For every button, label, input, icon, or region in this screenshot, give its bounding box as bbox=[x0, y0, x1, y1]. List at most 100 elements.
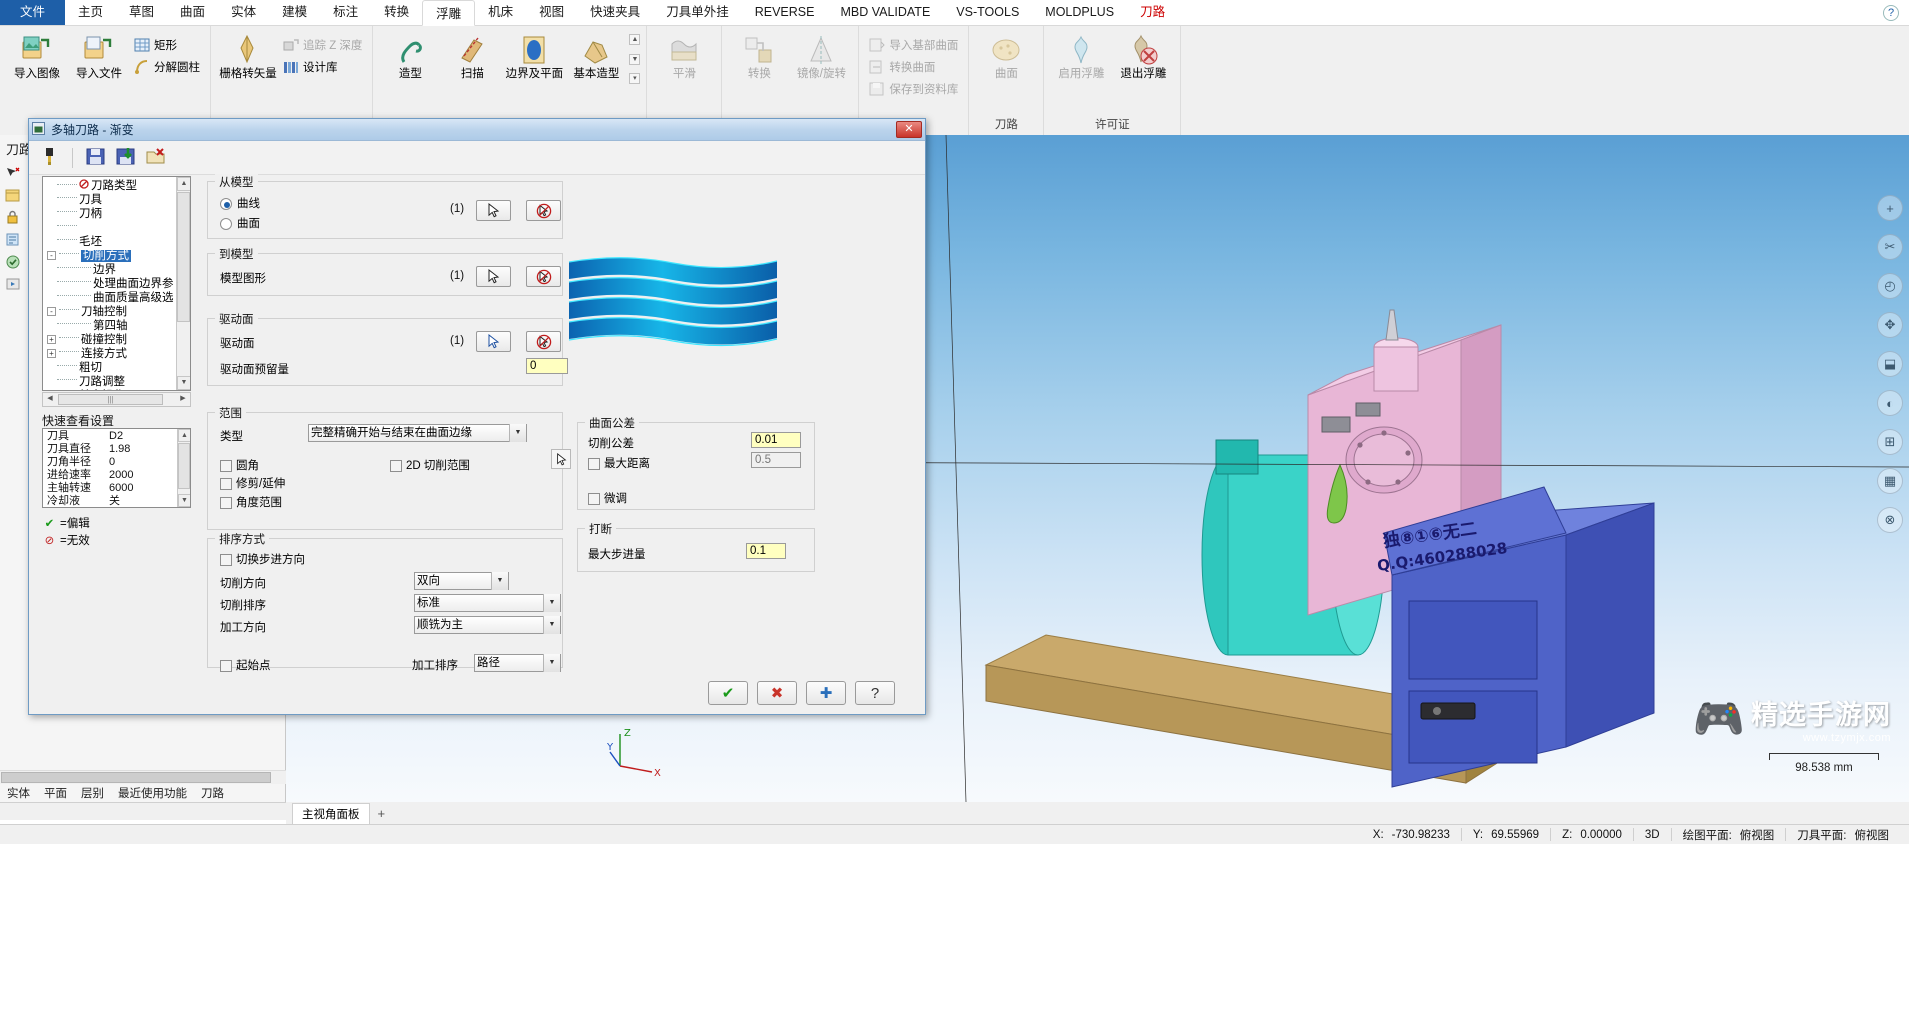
ribbon-tab-0[interactable]: 文件 bbox=[0, 0, 65, 25]
gallery-scroll-▾[interactable]: ▾ bbox=[629, 73, 640, 84]
help-icon[interactable]: ? bbox=[1883, 5, 1899, 21]
tree-item-碰撞控制[interactable]: +碰撞控制 bbox=[43, 333, 190, 347]
ribbon-tab-11[interactable]: 快速夹具 bbox=[577, 0, 653, 25]
quickview-scroll-up-icon[interactable]: ▲ bbox=[178, 429, 191, 442]
lock-icon[interactable] bbox=[4, 209, 22, 227]
dock-tab-2[interactable]: 层别 bbox=[74, 785, 111, 801]
cb-switch-step-dir[interactable]: 切换步进方向 bbox=[220, 551, 305, 567]
tree-hscroll-thumb[interactable]: ||| bbox=[58, 394, 163, 405]
tree-item-刀路类型[interactable]: 刀路类型 bbox=[43, 179, 190, 193]
radio-surface-icon[interactable] bbox=[220, 218, 232, 230]
tree-vscrollbar[interactable]: ▲ ▼ bbox=[176, 177, 190, 390]
tree-item-刀柄[interactable]: 刀柄 bbox=[43, 207, 190, 221]
ribbon-tab-10[interactable]: 视图 bbox=[526, 0, 577, 25]
ribbon-button-分解圆柱[interactable]: 分解圆柱 bbox=[130, 56, 204, 78]
ribbon-button-平滑[interactable]: 平滑 bbox=[653, 30, 715, 80]
checkbox-trim-extend[interactable] bbox=[220, 478, 232, 490]
mesh-tool[interactable]: ▦ bbox=[1877, 468, 1903, 494]
ribbon-button-导入基部曲面[interactable]: 导入基部曲面 bbox=[865, 34, 962, 56]
ribbon-tab-8[interactable]: 浮雕 bbox=[422, 0, 475, 26]
range-cb-angle[interactable]: 角度范围 bbox=[220, 494, 282, 510]
tree-item-第四轴[interactable]: 第四轴 bbox=[43, 319, 190, 333]
verify-icon[interactable] bbox=[4, 253, 22, 271]
tree-item-连接方式[interactable]: +连接方式 bbox=[43, 347, 190, 361]
ribbon-tab-3[interactable]: 曲面 bbox=[167, 0, 218, 25]
machine-direction-dropdown[interactable]: 顺铣为主 ▼ bbox=[414, 616, 561, 634]
status-draw-plane-value[interactable]: 俯视图 bbox=[1736, 827, 1779, 843]
cut-tolerance-field[interactable]: 0.01 bbox=[751, 432, 801, 448]
tree-item-边界[interactable]: 边界 bbox=[43, 263, 190, 277]
range-type-dropdown[interactable]: 完整精确开始与结束在曲面边缘 ▼ bbox=[308, 424, 527, 442]
quickview-vscroll-thumb[interactable] bbox=[178, 443, 190, 489]
checkbox-switch-step-direction[interactable] bbox=[220, 554, 232, 566]
multiaxis-toolpath-dialog[interactable]: 多轴刀路 - 渐变 ✕ 刀路类型刀具刀柄毛坯-切削方式边界处理曲面边界参曲面质量… bbox=[28, 118, 926, 715]
ok-button[interactable]: ✔ bbox=[708, 681, 748, 705]
cut-order-dropdown[interactable]: 标准 ▼ bbox=[414, 594, 561, 612]
tree-scroll-left-icon[interactable]: ◀ bbox=[43, 393, 57, 406]
ribbon-button-造型[interactable]: 造型 bbox=[379, 30, 441, 80]
ribbon-button-栅格转矢量[interactable]: 栅格转矢量 bbox=[217, 30, 279, 80]
ribbon-button-设计库[interactable]: 设计库 bbox=[279, 56, 366, 78]
tree-item-刀具[interactable]: 刀具 bbox=[43, 193, 190, 207]
tree-item-刀轴控制[interactable]: -刀轴控制 bbox=[43, 305, 190, 319]
chevron-down-icon[interactable]: ▼ bbox=[491, 572, 508, 590]
gallery-scroll-▲[interactable]: ▲ bbox=[629, 34, 640, 45]
sheet-tab-0[interactable]: 主视角面板 bbox=[292, 803, 370, 824]
from-model-clear-button[interactable] bbox=[526, 200, 561, 221]
shade-tool[interactable]: ◐ bbox=[1877, 390, 1903, 416]
ribbon-tab-2[interactable]: 草图 bbox=[116, 0, 167, 25]
ribbon-button-矩形[interactable]: 矩形 bbox=[130, 34, 204, 56]
chevron-down-icon[interactable]: ▼ bbox=[509, 424, 526, 442]
checkbox-fine-tune[interactable] bbox=[588, 493, 600, 505]
status-tool-plane-value[interactable]: 俯视图 bbox=[1851, 827, 1894, 843]
drive-surface-clear-button[interactable] bbox=[526, 331, 561, 352]
section-tool[interactable]: ⬓ bbox=[1877, 351, 1903, 377]
hide-tool[interactable]: ⊗ bbox=[1877, 507, 1903, 533]
tree-expander-icon[interactable]: - bbox=[47, 307, 56, 316]
tool-icon[interactable] bbox=[39, 146, 60, 170]
pan-tool[interactable]: ✥ bbox=[1877, 312, 1903, 338]
cb-max-distance[interactable]: 最大距离 bbox=[588, 455, 650, 471]
simulate-icon[interactable] bbox=[4, 275, 22, 293]
ribbon-button-导入图像[interactable]: 导入图像 bbox=[6, 30, 68, 80]
ribbon-button-转换[interactable]: 转换 bbox=[728, 30, 790, 80]
panel-vertical-toolbar[interactable] bbox=[4, 165, 26, 297]
quickview-vscrollbar[interactable]: ▲ ▼ bbox=[177, 429, 190, 507]
chevron-down-icon[interactable]: ▼ bbox=[543, 594, 560, 612]
dock-tab-3[interactable]: 最近使用功能 bbox=[111, 785, 194, 801]
tree-item-毛坯[interactable]: 毛坯 bbox=[43, 235, 190, 249]
ribbon-tab-4[interactable]: 实体 bbox=[218, 0, 269, 25]
ribbon-button-追踪 Z 深度[interactable]: 追踪 Z 深度 bbox=[279, 34, 366, 56]
chevron-down-icon[interactable]: ▼ bbox=[543, 616, 560, 634]
radio-curve-icon[interactable] bbox=[220, 198, 232, 210]
range-cb-fillet[interactable]: 圆角 bbox=[220, 457, 259, 473]
panel-hscroll-thumb[interactable] bbox=[1, 772, 271, 783]
settings-tree-items[interactable]: 刀路类型刀具刀柄毛坯-切削方式边界处理曲面边界参曲面质量高级选-刀轴控制第四轴+… bbox=[43, 177, 190, 391]
ribbon-tab-17[interactable]: 刀路 bbox=[1127, 0, 1178, 25]
zoom-in-tool[interactable]: + bbox=[1877, 195, 1903, 221]
to-model-clear-button[interactable] bbox=[526, 266, 561, 287]
range-cb-2d[interactable]: 2D 切削范围 bbox=[390, 457, 470, 473]
dock-tab-4[interactable]: 刀路 bbox=[194, 785, 231, 801]
tree-vscroll-thumb[interactable] bbox=[177, 192, 190, 322]
from-model-radio-curve[interactable]: 曲线 bbox=[220, 195, 260, 211]
range-pick-button[interactable] bbox=[551, 449, 571, 469]
checkbox-angle-range[interactable] bbox=[220, 497, 232, 509]
dialog-titlebar[interactable]: 多轴刀路 - 渐变 ✕ bbox=[29, 119, 925, 141]
fit-tool[interactable]: ✂ bbox=[1877, 234, 1903, 260]
tree-hscrollbar[interactable]: ◀ ||| ▶ bbox=[42, 392, 191, 407]
status-mode[interactable]: 3D bbox=[1641, 829, 1664, 841]
machine-order-dropdown[interactable]: 路径 ▼ bbox=[474, 654, 561, 672]
sheet-tabs[interactable]: 主视角面板+ bbox=[286, 802, 1909, 824]
ribbon-button-保存到资料库[interactable]: 保存到资料库 bbox=[865, 78, 962, 100]
ribbon-tab-13[interactable]: REVERSE bbox=[742, 0, 828, 25]
close-icon[interactable]: ✕ bbox=[896, 121, 922, 138]
panel-hscrollbar[interactable] bbox=[0, 770, 286, 784]
settings-tree[interactable]: 刀路类型刀具刀柄毛坯-切削方式边界处理曲面边界参曲面质量高级选-刀轴控制第四轴+… bbox=[42, 176, 191, 391]
ribbon-tab-14[interactable]: MBD VALIDATE bbox=[827, 0, 943, 25]
ribbon-button-曲面[interactable]: 曲面 bbox=[975, 30, 1037, 80]
checkbox-start-point[interactable] bbox=[220, 660, 232, 672]
to-model-pick-button[interactable] bbox=[476, 266, 511, 287]
tree-scroll-up-icon[interactable]: ▲ bbox=[177, 177, 191, 191]
ribbon-button-退出浮雕[interactable]: 退出浮雕 bbox=[1112, 30, 1174, 80]
